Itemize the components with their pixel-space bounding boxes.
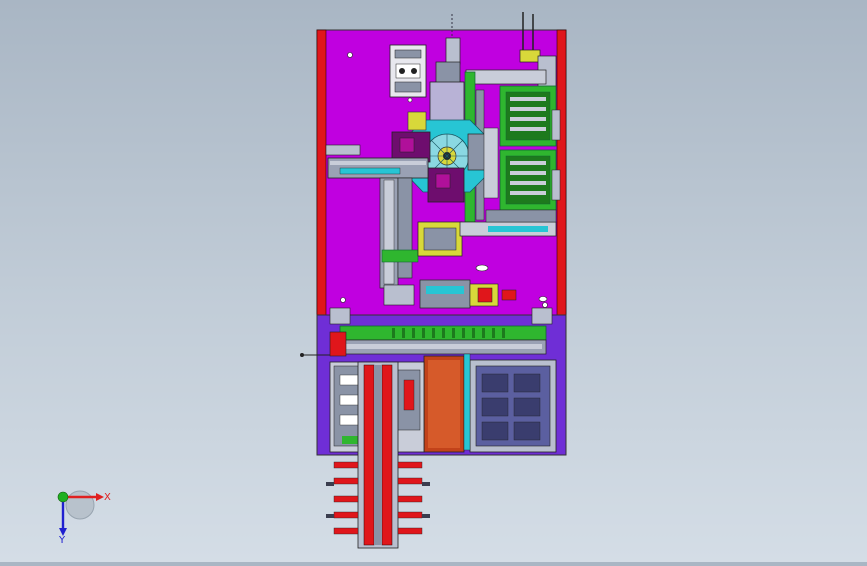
station-block-left[interactable] xyxy=(391,131,431,163)
bottom-extension[interactable] xyxy=(357,361,399,549)
assembly-drawing: X Y xyxy=(57,12,567,549)
axis-triad[interactable]: X Y xyxy=(57,490,111,546)
axis-x-label: X xyxy=(104,492,111,503)
axis-y-label: Y xyxy=(58,535,66,546)
discharge-chute[interactable] xyxy=(423,355,465,453)
cad-viewport[interactable]: X Y xyxy=(0,0,867,562)
product-tray[interactable] xyxy=(463,353,557,453)
center-vertical-slide[interactable] xyxy=(379,177,419,306)
station-block-bottom[interactable] xyxy=(427,167,465,203)
top-cylinder-block[interactable] xyxy=(389,44,427,98)
